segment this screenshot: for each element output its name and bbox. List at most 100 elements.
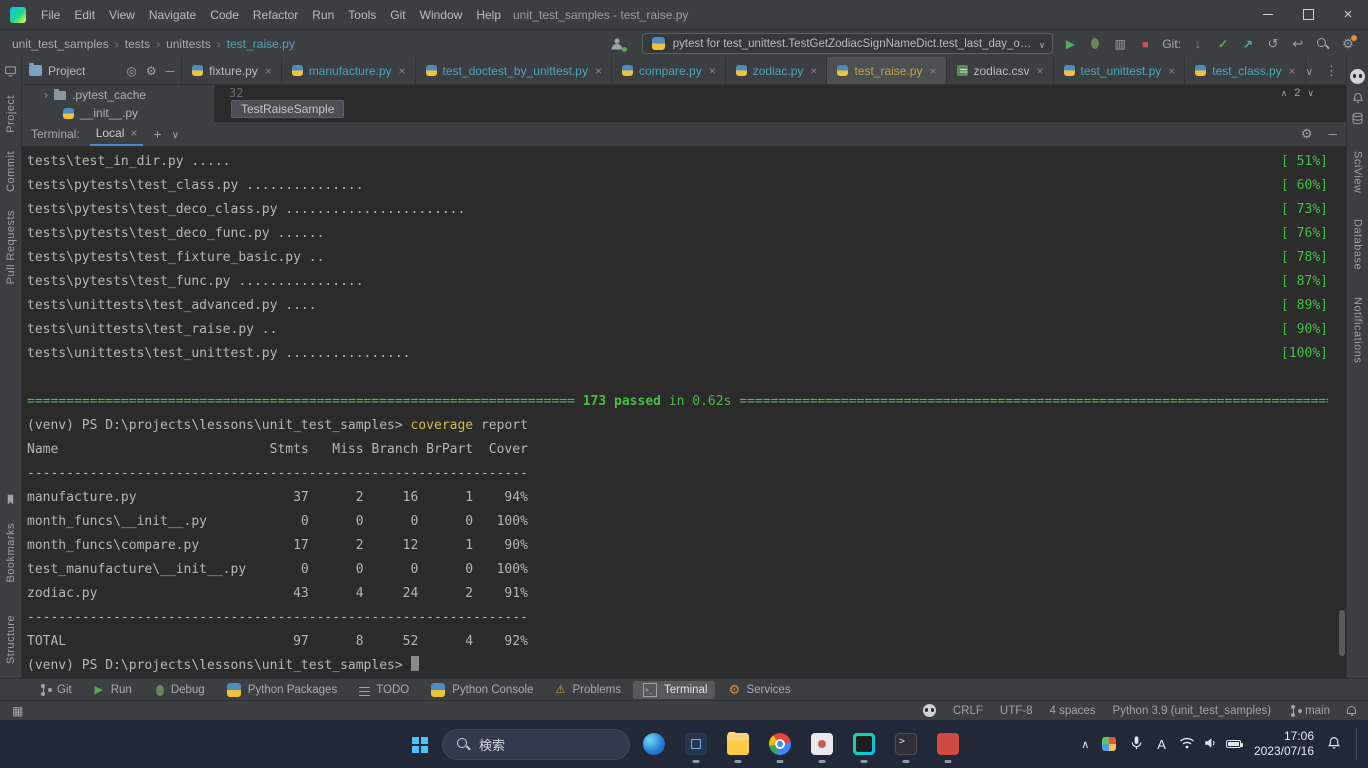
notifications-icon[interactable]: [1347, 706, 1356, 714]
menu-item[interactable]: Edit: [67, 0, 102, 30]
chevron-down-icon[interactable]: [172, 127, 179, 141]
toolwindow-stripe-button[interactable]: Commit: [5, 151, 17, 192]
taskbar-app[interactable]: [852, 732, 876, 756]
start-button[interactable]: [402, 727, 436, 761]
taskbar-search[interactable]: 検索: [442, 729, 630, 760]
menu-item[interactable]: Code: [203, 0, 246, 30]
toolbar-action-button[interactable]: [1215, 36, 1231, 52]
editor-tab[interactable]: zodiac.py: [726, 57, 828, 84]
breadcrumb-item[interactable]: test_raise.py: [227, 37, 295, 51]
editor-viewport[interactable]: 32 TestRaiseSample 2: [215, 85, 1346, 122]
database-icon[interactable]: [1351, 112, 1364, 125]
tree-item-init-py[interactable]: __init__.py: [22, 104, 214, 122]
toolbar-action-button[interactable]: [1315, 36, 1331, 52]
inspections-widget[interactable]: 2: [1281, 87, 1314, 99]
maximize-button[interactable]: [1288, 0, 1328, 29]
menu-item[interactable]: Navigate: [142, 0, 203, 30]
layout-icon[interactable]: [12, 704, 23, 718]
tab-close-icon[interactable]: [1035, 64, 1044, 78]
menu-item[interactable]: Run: [305, 0, 341, 30]
tab-close-icon[interactable]: [263, 64, 272, 78]
toolwindow-button[interactable]: TODO: [349, 681, 417, 699]
settings-icon[interactable]: [1301, 126, 1313, 142]
tab-close-icon[interactable]: [593, 64, 602, 78]
toolbar-action-button[interactable]: [1340, 36, 1356, 52]
editor-tab[interactable]: test_class.py: [1185, 57, 1305, 84]
menu-item[interactable]: Tools: [341, 0, 383, 30]
close-button[interactable]: [1328, 0, 1368, 29]
tab-close-icon[interactable]: [707, 64, 716, 78]
new-terminal-icon[interactable]: [153, 126, 161, 142]
taskbar-app[interactable]: [936, 732, 960, 756]
hide-panel-icon[interactable]: [166, 64, 175, 78]
menu-item[interactable]: Window: [413, 0, 470, 30]
toolwindow-stripe-button[interactable]: Notifications: [1352, 297, 1364, 363]
clock[interactable]: 17:06 2023/07/16: [1254, 729, 1314, 759]
editor-tab[interactable]: fixture.py: [182, 57, 282, 84]
toolbar-action-button[interactable]: [1190, 36, 1206, 52]
toolwindow-button[interactable]: Terminal: [633, 681, 715, 699]
prev-problem-icon[interactable]: [1281, 87, 1288, 99]
toolwindow-button[interactable]: Services: [719, 681, 798, 699]
taskbar-app[interactable]: [894, 732, 918, 756]
microphone-icon[interactable]: [1129, 735, 1144, 753]
taskbar-app[interactable]: [726, 732, 750, 756]
editor-tab[interactable]: zodiac.csv: [947, 57, 1054, 84]
toolwindow-stripe-button[interactable]: SciView: [1352, 151, 1364, 193]
tab-close-icon[interactable]: [808, 64, 817, 78]
breadcrumb-item[interactable]: tests: [125, 37, 150, 51]
tab-close-icon[interactable]: [397, 64, 406, 78]
ime-indicator[interactable]: A: [1157, 737, 1166, 752]
network-volume-battery-group[interactable]: [1179, 736, 1241, 753]
close-icon[interactable]: [130, 126, 137, 140]
bookmark-icon[interactable]: [5, 494, 16, 505]
toolbar-action-button[interactable]: [1240, 36, 1256, 52]
toolbar-action-button[interactable]: [1290, 36, 1306, 52]
toolbar-action-button[interactable]: [1112, 36, 1128, 52]
breadcrumb-item[interactable]: unittests: [166, 37, 211, 51]
bell-icon[interactable]: [1352, 92, 1364, 104]
toolwindow-button[interactable]: Git: [30, 681, 80, 699]
shell-prompt-line[interactable]: (venv) PS D:\projects\lessons\unit_test_…: [27, 654, 1328, 678]
toolwindow-stripe-button[interactable]: Project: [5, 95, 17, 133]
toolbar-action-button[interactable]: [1087, 36, 1103, 52]
toolwindow-button[interactable]: Problems: [545, 681, 629, 699]
toolwindow-stripe-button[interactable]: Structure: [5, 615, 17, 664]
menu-item[interactable]: Git: [383, 0, 412, 30]
more-options-icon[interactable]: [1325, 63, 1338, 79]
run-configuration-select[interactable]: pytest for test_unittest.TestGetZodiacSi…: [642, 33, 1054, 54]
editor-tab[interactable]: compare.py: [612, 57, 726, 84]
minimize-button[interactable]: [1248, 0, 1288, 29]
tray-colored-grid-icon[interactable]: [1102, 737, 1116, 751]
user-icon[interactable]: [609, 36, 625, 52]
status-widget[interactable]: UTF-8: [1000, 705, 1033, 717]
status-widget[interactable]: main: [1288, 704, 1330, 717]
breadcrumb-item[interactable]: unit_test_samples: [12, 37, 109, 51]
editor-tab[interactable]: test_doctest_by_unittest.py: [416, 57, 612, 84]
status-widget[interactable]: Python 3.9 (unit_test_samples): [1113, 705, 1272, 717]
locate-file-icon[interactable]: [126, 64, 136, 78]
status-widget[interactable]: CRLF: [953, 705, 983, 717]
toolwindow-stripe-button[interactable]: Pull Requests: [5, 210, 17, 284]
menu-item[interactable]: Refactor: [246, 0, 305, 30]
hidden-tabs-chevron-icon[interactable]: [1306, 64, 1313, 78]
terminal-output[interactable]: tests\test_in_dir.py ..... [ 51%] tests\…: [22, 147, 1346, 678]
terminal-tab-local[interactable]: Local: [90, 122, 144, 146]
status-widget[interactable]: 4 spaces: [1050, 705, 1096, 717]
taskbar-app[interactable]: [642, 732, 666, 756]
toolwindow-stripe-button[interactable]: Bookmarks: [5, 523, 17, 583]
tab-close-icon[interactable]: [927, 64, 936, 78]
monitor-icon[interactable]: [4, 65, 17, 77]
taskbar-app[interactable]: [684, 732, 708, 756]
menu-item[interactable]: File: [34, 0, 67, 30]
terminal-scrollbar[interactable]: [1339, 610, 1345, 656]
copilot-status-icon[interactable]: [923, 704, 936, 717]
taskbar-app[interactable]: [810, 732, 834, 756]
toolbar-action-button[interactable]: [1137, 36, 1153, 52]
menu-item[interactable]: View: [102, 0, 142, 30]
editor-tab[interactable]: manufacture.py: [282, 57, 416, 84]
editor-tab[interactable]: test_unittest.py: [1054, 57, 1186, 84]
toolwindow-button[interactable]: Debug: [144, 681, 213, 699]
toolbar-action-button[interactable]: [1062, 36, 1078, 52]
tree-item-pytest-cache[interactable]: .pytest_cache: [22, 86, 214, 104]
